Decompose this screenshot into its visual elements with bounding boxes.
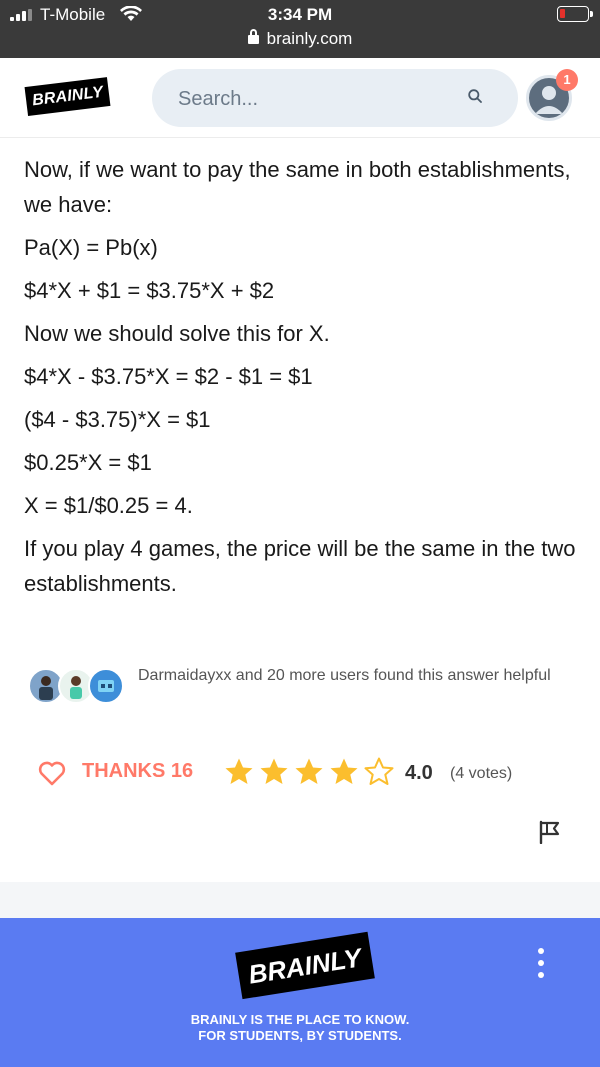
thanks-button[interactable]: THANKS 16 — [82, 760, 193, 783]
heart-icon[interactable] — [38, 760, 66, 786]
answer-content: Now, if we want to pay the same in both … — [24, 152, 584, 609]
url-text: brainly.com — [266, 29, 353, 48]
flag-icon[interactable] — [538, 820, 562, 844]
answer-paragraph: If you play 4 games, the price will be t… — [24, 536, 576, 596]
brainly-logo[interactable]: BRAINLY — [24, 77, 111, 116]
search-placeholder: Search... — [178, 88, 259, 110]
search-icon[interactable] — [468, 89, 482, 103]
footer-logo[interactable]: BRAINLY — [235, 931, 375, 1000]
helpful-text: Darmaidayxx and 20 more users found this… — [138, 667, 551, 684]
star-filled-icon[interactable] — [329, 757, 359, 787]
address-bar[interactable]: brainly.com — [0, 29, 600, 49]
more-options-icon[interactable] — [538, 948, 546, 980]
helpful-users-avatars[interactable] — [28, 668, 128, 708]
footer-spacer — [0, 882, 600, 918]
clock: 3:34 PM — [267, 5, 333, 24]
site-header: BRAINLY Search... 1 — [0, 58, 600, 138]
answer-paragraph: ($4 - $3.75)*X = $1 — [24, 407, 211, 432]
star-empty-icon[interactable] — [364, 757, 394, 787]
tagline-line: BRAINLY IS THE PLACE TO KNOW. — [190, 1012, 410, 1027]
answer-paragraph: Pa(X) = Pb(x) — [24, 235, 158, 260]
answer-paragraph: Now, if we want to pay the same in both … — [24, 157, 571, 217]
star-filled-icon[interactable] — [224, 757, 254, 787]
votes-count: (4 votes) — [450, 765, 513, 782]
lock-icon — [247, 29, 259, 44]
answer-paragraph: $0.25*X = $1 — [24, 450, 152, 475]
tagline-line: FOR STUDENTS, BY STUDENTS. — [198, 1028, 402, 1043]
user-avatar — [88, 668, 124, 704]
notification-badge[interactable]: 1 — [556, 69, 578, 91]
answer-paragraph: $4*X - $3.75*X = $2 - $1 = $1 — [24, 364, 313, 389]
search-input[interactable]: Search... — [152, 69, 518, 127]
status-bar: T-Mobile 3:34 PM brainly.com — [0, 0, 600, 58]
answer-paragraph: $4*X + $1 = $3.75*X + $2 — [24, 278, 275, 303]
battery-level — [560, 9, 565, 18]
star-filled-icon[interactable] — [294, 757, 324, 787]
rating-stars[interactable] — [224, 757, 399, 791]
site-footer: BRAINLY BRAINLY IS THE PLACE TO KNOW. FO… — [0, 918, 600, 1067]
battery-icon — [557, 6, 593, 22]
footer-tagline: BRAINLY IS THE PLACE TO KNOW. FOR STUDEN… — [0, 1012, 600, 1044]
answer-paragraph: Now we should solve this for X. — [24, 321, 330, 346]
rating-value: 4.0 — [405, 762, 433, 784]
star-filled-icon[interactable] — [259, 757, 289, 787]
answer-paragraph: X = $1/$0.25 = 4. — [24, 493, 193, 518]
